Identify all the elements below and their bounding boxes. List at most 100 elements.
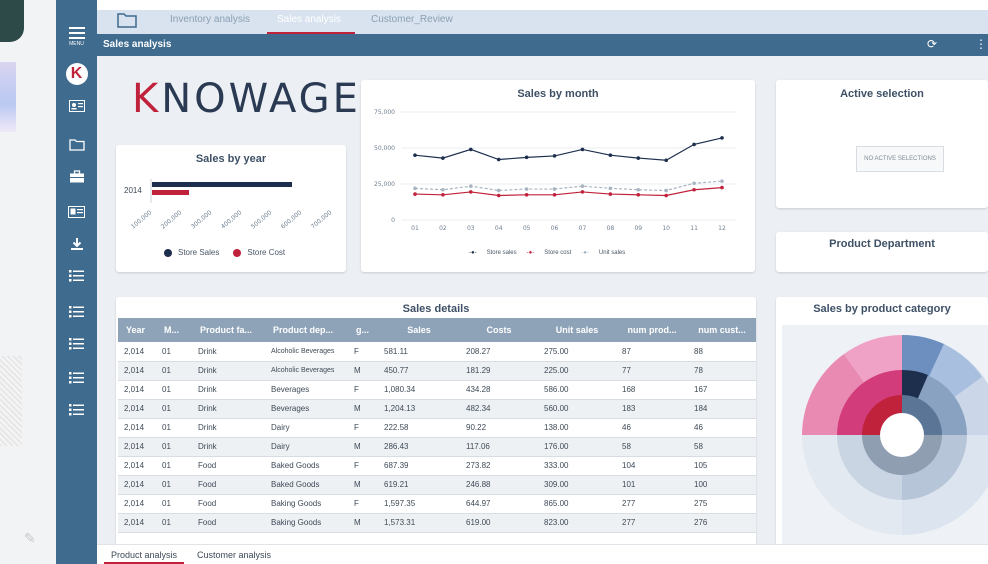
data-point[interactable] (441, 156, 445, 160)
table-row[interactable]: 2,014 01 Drink Alcoholic Beverages M 450.77 18… (118, 361, 756, 381)
id-card-icon[interactable] (56, 200, 97, 224)
document-title-bar: Sales analysis ⟳ ⋮ (97, 34, 988, 56)
table-row[interactable]: 2,014 01 Food Baking Goods F 1,597.35 644.97 86… (118, 494, 756, 514)
column-header[interactable]: Costs (460, 318, 538, 342)
column-header[interactable]: num cust... (688, 318, 756, 342)
data-point[interactable] (664, 193, 668, 198)
list-icon[interactable] (56, 398, 97, 422)
legend-unit-sales-marker: -●- (581, 250, 589, 256)
data-point[interactable] (580, 147, 585, 152)
x-tick-label: 400,000 (220, 209, 244, 230)
sunburst-chart[interactable] (782, 325, 988, 546)
data-point[interactable] (692, 181, 696, 186)
column-header[interactable]: Product dep... (265, 318, 348, 342)
tab-product-analysis[interactable]: Product analysis (111, 550, 177, 560)
table-row[interactable]: 2,014 01 Drink Alcoholic Beverages F 581.11 20… (118, 342, 756, 362)
download-icon[interactable] (56, 232, 97, 256)
sales-by-month-chart: 0 25,000 50,000 75,000 01 02 03 04 05 06 07 08 09 10 1… (374, 109, 736, 232)
data-point[interactable] (720, 185, 724, 190)
x-tick-label: 02 (439, 225, 447, 232)
data-point[interactable] (608, 153, 613, 157)
tab-inventory-analysis[interactable]: Inventory analysis (170, 14, 250, 25)
series-line[interactable] (414, 180, 723, 192)
table-cell: 309.00 (538, 475, 616, 495)
more-options-icon[interactable]: ⋮ (975, 37, 987, 51)
data-point[interactable] (496, 188, 501, 193)
data-point[interactable] (441, 187, 445, 192)
data-point[interactable] (469, 190, 473, 194)
tab-sales-analysis[interactable]: Sales analysis (277, 14, 341, 25)
data-point[interactable] (413, 153, 417, 157)
table-cell: 277 (616, 494, 688, 514)
data-point[interactable] (469, 147, 473, 152)
data-point[interactable] (580, 190, 585, 194)
list-icon[interactable] (56, 332, 97, 356)
table-cell: 88 (688, 342, 756, 362)
data-point[interactable] (720, 136, 724, 140)
table-cell: 2,014 (118, 418, 156, 438)
data-point[interactable] (413, 186, 417, 191)
table-row[interactable]: 2,014 01 Food Baking Goods M 1,573.31 619.00 82… (118, 513, 756, 533)
data-point[interactable] (413, 192, 417, 196)
x-tick-label: 07 (579, 225, 587, 232)
data-point[interactable] (664, 188, 668, 193)
table-cell: F (348, 418, 378, 438)
table-row[interactable]: 2,014 01 Drink Dairy F 222.58 90.22 138.00 46 46 (118, 418, 756, 438)
data-point[interactable] (692, 187, 696, 192)
data-point[interactable] (608, 186, 613, 191)
table-cell: F (348, 342, 378, 362)
table-row[interactable]: 2,014 01 Food Baked Goods M 619.21 246.88 309.0… (118, 475, 756, 495)
knowage-logo-button[interactable]: K (56, 62, 97, 86)
data-point[interactable] (524, 193, 529, 197)
data-point[interactable] (608, 192, 613, 196)
data-point[interactable] (441, 193, 445, 197)
list-icon[interactable] (56, 264, 97, 288)
table-row[interactable]: 2,014 01 Food Baked Goods F 687.39 273.82 333.0… (118, 456, 756, 476)
product-department-card[interactable]: Product Department (776, 232, 988, 272)
data-point[interactable] (524, 187, 529, 191)
data-point[interactable] (552, 154, 557, 158)
data-point[interactable] (469, 184, 473, 188)
list-icon[interactable] (56, 366, 97, 390)
list-icon[interactable] (56, 300, 97, 324)
data-point[interactable] (636, 193, 641, 197)
desktop-background: ✎ (0, 0, 56, 564)
data-point[interactable] (496, 157, 501, 162)
tab-customer-analysis[interactable]: Customer analysis (197, 550, 271, 560)
user-card-icon[interactable] (56, 94, 97, 118)
briefcase-icon[interactable] (56, 164, 97, 188)
tab-customer-review[interactable]: Customer_Review (371, 14, 453, 25)
data-point[interactable] (692, 142, 696, 147)
table-row[interactable]: 2,014 01 Drink Beverages M 1,204.13 482.34 560.… (118, 399, 756, 419)
column-header[interactable]: Sales (378, 318, 460, 342)
column-header[interactable]: g... (348, 318, 378, 342)
column-header[interactable]: M... (156, 318, 192, 342)
folder-icon[interactable] (56, 132, 97, 156)
table-row[interactable]: 2,014 01 Drink Dairy M 286.43 117.06 176.00 58 58 (118, 437, 756, 457)
x-tick-label: 300,000 (190, 209, 214, 230)
active-selection-title: Active selection (840, 88, 924, 100)
table-cell: 482.34 (460, 399, 538, 419)
menu-button[interactable]: MENU (56, 24, 97, 48)
table-row[interactable]: 2,014 01 Drink Beverages F 1,080.34 434.28 586.… (118, 380, 756, 400)
data-point[interactable] (552, 193, 557, 197)
column-header[interactable]: Unit sales (538, 318, 616, 342)
folder-icon[interactable] (117, 12, 137, 28)
data-point[interactable] (524, 155, 529, 160)
data-point[interactable] (720, 179, 724, 183)
column-header[interactable]: num prod... (616, 318, 688, 342)
no-active-selections-chip[interactable]: NO ACTIVE SELECTIONS (856, 146, 944, 172)
series-line[interactable] (414, 137, 723, 161)
table-cell: 90.22 (460, 418, 538, 438)
data-point[interactable] (552, 187, 557, 191)
data-point[interactable] (664, 158, 668, 163)
table-cell: 184 (688, 399, 756, 419)
data-point[interactable] (580, 184, 585, 188)
data-point[interactable] (496, 193, 501, 198)
data-point[interactable] (636, 187, 641, 192)
series-line[interactable] (414, 187, 723, 197)
column-header[interactable]: Product fa... (192, 318, 265, 342)
refresh-icon[interactable]: ⟳ (927, 37, 937, 51)
column-header[interactable]: Year (118, 318, 156, 342)
data-point[interactable] (636, 156, 641, 160)
